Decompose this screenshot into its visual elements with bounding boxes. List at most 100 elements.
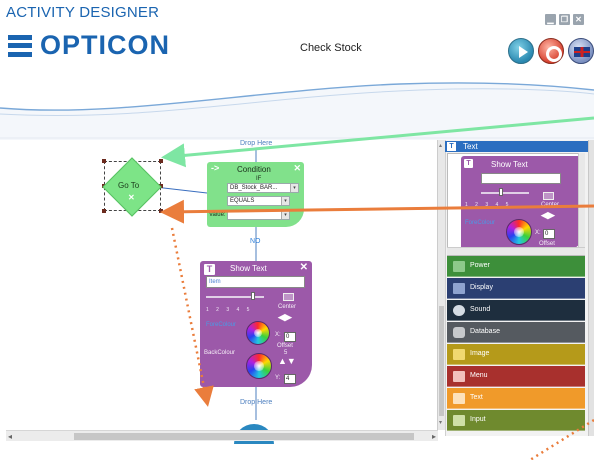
- palette-fore-colour-wheel[interactable]: [506, 219, 532, 245]
- restore-icon[interactable]: ❐: [559, 14, 570, 25]
- text-icon: [453, 393, 465, 404]
- font-size-slider[interactable]: [206, 296, 264, 298]
- resize-handle[interactable]: [102, 159, 106, 163]
- palette-item-text[interactable]: Text: [447, 388, 585, 409]
- image-icon: [453, 349, 465, 360]
- drop-zone-top[interactable]: Drop Here: [240, 140, 272, 147]
- scroll-up-icon[interactable]: ▴: [439, 142, 442, 149]
- show-text-block[interactable]: T Show Text ✕ Item 1 2 3 4 5 Center ◀▶ F…: [200, 261, 312, 387]
- canvas-vertical-scrollbar[interactable]: ▴ ▾: [437, 140, 445, 430]
- show-text-close-icon[interactable]: ✕: [300, 262, 308, 273]
- condition-arrow-icon: ->: [211, 163, 220, 173]
- condition-close-icon[interactable]: ✕: [293, 163, 301, 174]
- condition-field-value: DB_Stock_BAR...: [230, 185, 278, 191]
- palette-slider[interactable]: [481, 192, 529, 194]
- text-icon: T: [464, 159, 473, 168]
- palette-item-label: Input: [470, 416, 486, 423]
- document-title: Check Stock: [300, 42, 362, 54]
- condition-operator-select[interactable]: EQUALS ▾: [227, 196, 290, 206]
- canvas-horizontal-scrollbar[interactable]: ◂ ▸: [6, 430, 438, 441]
- app-title: ACTIVITY DESIGNER: [6, 4, 160, 21]
- palette-center-label: Center: [541, 202, 560, 208]
- condition-value-label: Value:: [209, 212, 226, 218]
- show-text-input[interactable]: Item: [206, 276, 305, 288]
- palette-show-text-block[interactable]: T Show Text 1 2 3 4 5 Center ◀▶ ForeColo…: [461, 156, 583, 250]
- fore-colour-label: ForeColour: [206, 322, 237, 328]
- scroll-left-icon[interactable]: ◂: [8, 431, 12, 442]
- back-colour-label: BackColour: [204, 350, 236, 356]
- resize-handle[interactable]: [159, 159, 163, 163]
- language-button[interactable]: [568, 38, 594, 64]
- palette-item-input[interactable]: Input: [447, 410, 585, 431]
- palette-preview-vscroll[interactable]: [578, 153, 585, 247]
- scroll-right-icon[interactable]: ▸: [432, 431, 436, 442]
- chevron-down-icon: ▾: [281, 197, 289, 205]
- back-colour-wheel[interactable]: [246, 353, 272, 379]
- font-size-slider-thumb[interactable]: [251, 292, 255, 300]
- show-text-title: Show Text: [230, 264, 267, 273]
- x-offset-input[interactable]: 0: [284, 332, 296, 342]
- palette-item-label: Menu: [470, 372, 488, 379]
- palette-item-database[interactable]: Database: [447, 322, 585, 343]
- arrow-up-down-icon[interactable]: ▲▼: [278, 356, 296, 366]
- condition-field-select[interactable]: DB_Stock_BAR... ▾: [227, 183, 299, 193]
- database-icon: [453, 327, 465, 338]
- arrow-left-right-icon[interactable]: ◀▶: [278, 312, 292, 323]
- condition-title: Condition: [237, 165, 271, 174]
- offset-label: Offset: [277, 343, 293, 349]
- palette-item-label: Database: [470, 328, 500, 335]
- opticon-logo: OPTICON: [8, 30, 170, 61]
- palette-x-input[interactable]: 0: [543, 229, 555, 239]
- scroll-down-icon[interactable]: ▾: [439, 419, 442, 426]
- display-icon: [453, 283, 465, 294]
- palette-center-toggle[interactable]: [543, 192, 554, 200]
- palette-ticks: 1 2 3 4 5: [465, 202, 512, 208]
- close-icon[interactable]: ✕: [573, 14, 584, 25]
- palette-item-label: Text: [470, 394, 483, 401]
- header-wave: [0, 82, 594, 140]
- right-panel-edge: [588, 140, 594, 436]
- chevron-down-icon: ▾: [281, 211, 289, 219]
- activity-designer-window: ACTIVITY DESIGNER ▁ ❐ ✕ OPTICON Check St…: [0, 0, 594, 460]
- fore-colour-wheel[interactable]: [246, 321, 270, 345]
- palette-item-sound[interactable]: Sound: [447, 300, 585, 321]
- scroll-thumb[interactable]: [74, 433, 414, 440]
- palette-item-image[interactable]: Image: [447, 344, 585, 365]
- y-label: Y:: [275, 375, 281, 381]
- power-icon: [453, 261, 465, 272]
- palette-item-label: Display: [470, 284, 493, 291]
- palette-slider-thumb[interactable]: [499, 188, 503, 196]
- center-label: Center: [278, 304, 297, 310]
- menu-icon: [453, 371, 465, 382]
- palette-preview-hscroll[interactable]: [447, 247, 585, 255]
- palette-header-label: Text: [463, 142, 478, 151]
- scroll-thumb[interactable]: [439, 306, 444, 416]
- condition-value-select[interactable]: ▾: [227, 210, 290, 220]
- goto-close-icon[interactable]: ✕: [128, 193, 135, 202]
- branch-no-label: NO: [250, 238, 261, 245]
- drop-zone-bottom[interactable]: Drop Here: [240, 399, 272, 406]
- chevron-down-icon: ▾: [290, 184, 298, 192]
- minimize-icon[interactable]: ▁: [545, 14, 556, 25]
- logo-bars-icon: [8, 34, 32, 57]
- text-icon: T: [204, 264, 215, 275]
- center-toggle[interactable]: [283, 293, 294, 301]
- palette-show-text-input[interactable]: [481, 173, 561, 184]
- condition-header: -> Condition ✕: [207, 162, 304, 176]
- help-button[interactable]: [538, 38, 564, 64]
- resize-handle[interactable]: [102, 209, 106, 213]
- brand-name: OPTICON: [40, 30, 171, 60]
- run-button[interactable]: [508, 38, 534, 64]
- resize-handle[interactable]: [159, 209, 163, 213]
- palette-item-display[interactable]: Display: [447, 278, 585, 299]
- palette-show-text-title: Show Text: [491, 160, 528, 169]
- arrow-left-right-icon[interactable]: ◀▶: [541, 210, 555, 221]
- goto-label: Go To: [118, 181, 140, 190]
- condition-operator-value: EQUALS: [230, 198, 255, 204]
- palette-item-label: Image: [470, 350, 490, 357]
- y-offset-input[interactable]: 4: [284, 374, 296, 384]
- palette-category-header[interactable]: T Text: [445, 141, 588, 152]
- palette-item-menu[interactable]: Menu: [447, 366, 585, 387]
- palette-item-power[interactable]: Power: [447, 256, 585, 277]
- text-icon: T: [447, 142, 456, 151]
